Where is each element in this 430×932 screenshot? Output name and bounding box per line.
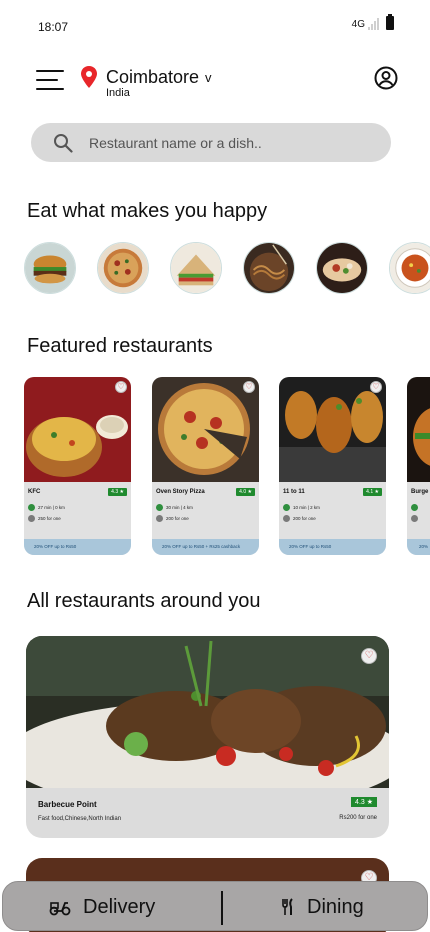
category-noodles[interactable] bbox=[243, 242, 295, 294]
price-info: 200 for one bbox=[156, 515, 189, 522]
clock-icon bbox=[156, 504, 163, 511]
time-distance-text: 10 min | 2 km bbox=[293, 505, 320, 510]
restaurant-name: 11 to 11 bbox=[283, 489, 305, 495]
restaurant-image bbox=[26, 636, 389, 788]
heart-icon[interactable]: ♡ bbox=[370, 381, 382, 393]
rupee-icon bbox=[411, 515, 418, 522]
signal-icon bbox=[368, 18, 379, 30]
offer-banner: 20% OFF up to Rs50 bbox=[24, 539, 131, 555]
nav-divider bbox=[221, 891, 223, 925]
price-text: 200 for one bbox=[293, 516, 316, 521]
categories-carousel[interactable] bbox=[24, 242, 430, 296]
restaurant-card[interactable]: ♡ Barbecue Point Fast food,Chinese,North… bbox=[26, 636, 389, 838]
country-name: India bbox=[106, 87, 130, 99]
restaurant-image bbox=[152, 377, 259, 482]
rating-badge: 4.3 ★ bbox=[108, 488, 127, 496]
price-for-one: Rs200 for one bbox=[339, 815, 377, 821]
rating-badge: 4.1 ★ bbox=[363, 488, 382, 496]
featured-carousel[interactable]: ♡ KFC 4.3 ★ 27 min | 0 km 250 for one 20… bbox=[24, 377, 430, 557]
restaurant-name: Burge bbox=[411, 489, 429, 495]
restaurant-cuisines: Fast food,Chinese,North Indian bbox=[38, 816, 122, 822]
heart-icon[interactable]: ♡ bbox=[361, 648, 377, 664]
status-time: 18:07 bbox=[38, 20, 69, 34]
price-text: 200 for one bbox=[166, 516, 189, 521]
city-name: Coimbatore bbox=[106, 67, 200, 87]
network-type: 4G bbox=[351, 19, 365, 30]
clock-icon bbox=[411, 504, 418, 511]
heart-icon[interactable]: ♡ bbox=[115, 381, 127, 393]
tab-delivery[interactable]: Delivery bbox=[49, 882, 155, 932]
chevron-down-icon: v bbox=[205, 69, 212, 85]
time-distance: 27 min | 0 km bbox=[28, 504, 65, 511]
rupee-icon bbox=[28, 515, 35, 522]
restaurant-name: Barbecue Point bbox=[38, 800, 97, 809]
clock-icon bbox=[28, 504, 35, 511]
categories-title: Eat what makes you happy bbox=[27, 200, 268, 222]
bottom-navigation: Delivery Dining bbox=[2, 881, 428, 931]
time-distance bbox=[411, 504, 418, 511]
search-bar bbox=[31, 123, 391, 162]
time-distance: 30 min | 4 km bbox=[156, 504, 193, 511]
fork-knife-icon bbox=[282, 898, 293, 915]
search-input[interactable] bbox=[89, 123, 379, 162]
heart-icon[interactable]: ♡ bbox=[243, 381, 255, 393]
category-wrap[interactable] bbox=[316, 242, 368, 294]
time-distance-text: 30 min | 4 km bbox=[166, 505, 193, 510]
category-sandwich[interactable] bbox=[170, 242, 222, 294]
scooter-icon bbox=[49, 902, 71, 916]
rupee-icon bbox=[156, 515, 163, 522]
all-restaurants-title: All restaurants around you bbox=[27, 590, 261, 612]
restaurant-name: Oven Story Pizza bbox=[156, 489, 205, 495]
tab-dining[interactable]: Dining bbox=[281, 882, 364, 932]
restaurant-image bbox=[24, 377, 131, 482]
category-pizza[interactable] bbox=[97, 242, 149, 294]
status-indicators: 4G bbox=[351, 14, 394, 30]
restaurant-image bbox=[279, 377, 386, 482]
rating-badge: 4.3 ★ bbox=[351, 797, 377, 807]
location-pin-icon bbox=[81, 66, 97, 88]
time-distance: 10 min | 2 km bbox=[283, 504, 320, 511]
clock-icon bbox=[283, 504, 290, 511]
featured-card[interactable]: ♡ 11 to 11 4.1 ★ 10 min | 2 km 200 for o… bbox=[279, 377, 386, 555]
tab-dining-label: Dining bbox=[307, 895, 364, 918]
rating-badge: 4.0 ★ bbox=[236, 488, 255, 496]
restaurant-image bbox=[407, 377, 430, 482]
price-info bbox=[411, 515, 418, 522]
status-bar: 18:07 4G bbox=[0, 0, 430, 50]
offer-banner: 20% bbox=[407, 539, 430, 555]
price-info: 250 for one bbox=[28, 515, 61, 522]
app-header: Coimbatore v India bbox=[0, 62, 430, 99]
tab-delivery-label: Delivery bbox=[83, 895, 156, 918]
location-selector[interactable]: Coimbatore v India bbox=[106, 68, 212, 99]
featured-card[interactable]: ♡ Oven Story Pizza 4.0 ★ 30 min | 4 km 2… bbox=[152, 377, 259, 555]
hamburger-menu-icon[interactable] bbox=[36, 70, 64, 90]
search-icon bbox=[54, 134, 73, 153]
battery-icon bbox=[386, 14, 394, 30]
user-profile-icon[interactable] bbox=[374, 66, 398, 90]
offer-banner: 20% OFF up to Rs50 + Rs25 cashback bbox=[152, 539, 259, 555]
offer-banner: 20% OFF up to Rs50 bbox=[279, 539, 386, 555]
price-text: 250 for one bbox=[38, 516, 61, 521]
time-distance-text: 27 min | 0 km bbox=[38, 505, 65, 510]
city-name-row: Coimbatore v bbox=[106, 68, 212, 86]
featured-title: Featured restaurants bbox=[27, 335, 213, 357]
price-info: 200 for one bbox=[283, 515, 316, 522]
restaurant-name: KFC bbox=[28, 489, 41, 495]
category-burger[interactable] bbox=[24, 242, 76, 294]
featured-card[interactable]: ♡ KFC 4.3 ★ 27 min | 0 km 250 for one 20… bbox=[24, 377, 131, 555]
rupee-icon bbox=[283, 515, 290, 522]
category-curry[interactable] bbox=[389, 242, 430, 294]
featured-card[interactable]: Burge 20% bbox=[407, 377, 430, 555]
